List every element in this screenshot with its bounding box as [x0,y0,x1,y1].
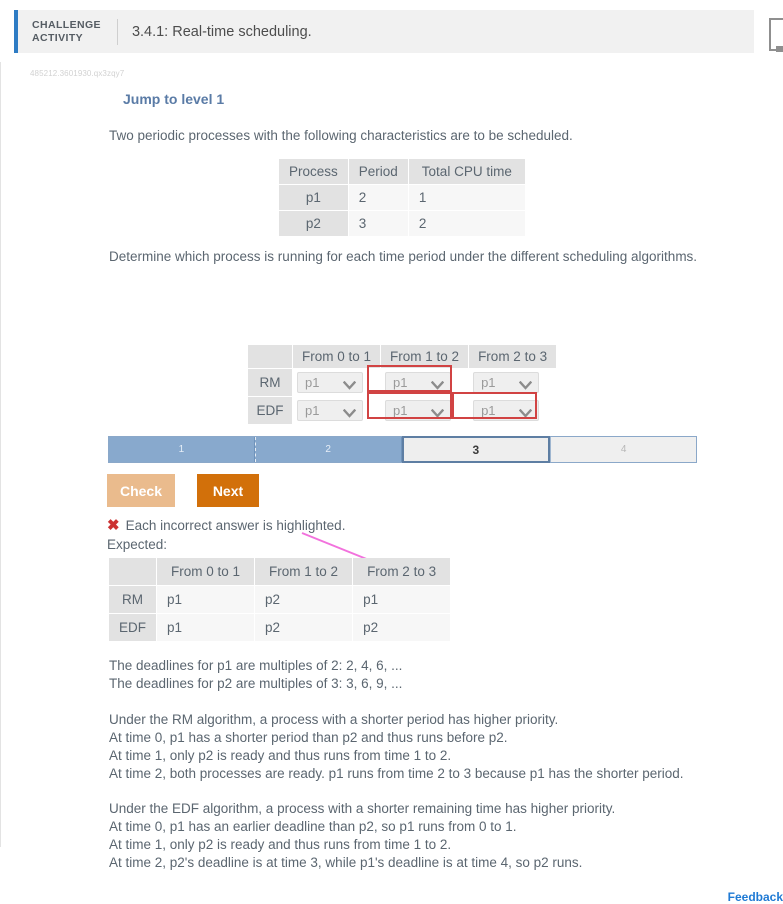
expected-col-header-0to1: From 0 to 1 [157,558,255,585]
table-row: RM p1 p2 p1 [109,586,451,613]
level-step-3[interactable]: 3 [401,436,551,463]
chevron-down-icon [518,378,533,390]
expected-col-header-1to2: From 1 to 2 [255,558,353,585]
answer-cell-edf-1to2: p1 [381,397,469,424]
intro-paragraph: Two periodic processes with the followin… [109,128,573,143]
cell-process-p2: p2 [279,211,348,236]
table-header-row: Process Period Total CPU time [279,159,525,184]
level-step-2[interactable]: 2 [254,437,402,462]
answer-rowhead-rm: RM [248,369,292,396]
header-divider [116,18,118,45]
chevron-down-icon [518,406,533,418]
answer-cell-edf-0to1: p1 [293,397,381,424]
dropdown-edf-0to1[interactable]: p1 [297,400,363,421]
x-mark-icon: ✖ [107,517,120,534]
jump-to-level-link[interactable]: Jump to level 1 [123,91,224,107]
table-header-row: From 0 to 1 From 1 to 2 From 2 to 3 [248,345,557,368]
explanation-edf-algorithm: Under the EDF algorithm, a process with … [109,801,616,870]
cell-period-p1: 2 [348,185,408,210]
table-row: p1 2 1 [279,185,525,210]
answer-cell-edf-2to3: p1 [469,397,557,424]
expected-rowhead-rm: RM [109,586,156,613]
expected-label: Expected: [107,537,168,552]
activity-id-text: 485212.3601930.qx3zqy7 [30,69,125,78]
answer-col-header-0to1: From 0 to 1 [293,345,381,368]
expected-cell-rm-0to1: p1 [157,586,255,613]
chevron-down-icon [342,406,357,418]
determine-paragraph: Determine which process is running for e… [109,249,698,264]
answer-col-header-1to2: From 1 to 2 [381,345,469,368]
challenge-activity-header: CHALLENGE ACTIVITY 3.4.1: Real-time sche… [14,10,754,53]
explanation-rm-algorithm: Under the RM algorithm, a process with a… [109,712,684,781]
process-characteristics-table: Process Period Total CPU time p1 2 1 p2 … [278,158,526,237]
chevron-down-icon [430,406,445,418]
expected-corner-cell [109,558,156,585]
expected-cell-edf-1to2: p2 [255,614,353,641]
dropdown-rm-2to3-value: p1 [481,375,496,390]
table-row: p2 3 2 [279,211,525,236]
incorrect-feedback-message: Each incorrect answer is highlighted. [125,518,346,533]
dropdown-rm-1to2[interactable]: p1 [385,372,452,393]
answer-col-header-2to3: From 2 to 3 [469,345,557,368]
answer-cell-rm-1to2: p1 [381,369,469,396]
dropdown-edf-1to2-value: p1 [393,403,408,418]
dropdown-rm-0to1-value: p1 [305,375,320,390]
next-button[interactable]: Next [197,474,259,507]
incorrect-feedback-row: ✖ Each incorrect answer is highlighted. [107,518,345,533]
table-row: RM p1 p1 p1 [248,369,557,396]
dropdown-edf-0to1-value: p1 [305,403,320,418]
cell-process-p1: p1 [279,185,348,210]
answer-table: From 0 to 1 From 1 to 2 From 2 to 3 RM p… [247,344,557,425]
answer-table-wrapper: From 0 to 1 From 1 to 2 From 2 to 3 RM p… [247,344,557,425]
col-header-total-cpu-time: Total CPU time [408,159,525,184]
check-button[interactable]: Check [107,474,175,507]
expected-cell-rm-1to2: p2 [255,586,353,613]
chevron-down-icon [430,378,445,390]
dropdown-edf-1to2[interactable]: p1 [385,400,452,421]
level-progress-bar: 1 2 3 4 [108,436,697,463]
cell-period-p2: 3 [348,211,408,236]
widget-resize-handle [776,46,783,52]
expected-cell-edf-2to3: p2 [353,614,451,641]
cell-cpu-p1: 1 [408,185,525,210]
chevron-down-icon [342,378,357,390]
expected-answers-table: From 0 to 1 From 1 to 2 From 2 to 3 RM p… [108,557,451,642]
level-step-4[interactable]: 4 [550,437,696,462]
answer-corner-cell [248,345,292,368]
challenge-activity-badge: CHALLENGE ACTIVITY [32,19,101,44]
activity-content: 485212.3601930.qx3zqy7 Jump to level 1 T… [0,62,783,904]
table-header-row: From 0 to 1 From 1 to 2 From 2 to 3 [109,558,451,585]
top-right-partial-widget[interactable] [769,18,783,52]
answer-cell-rm-0to1: p1 [293,369,381,396]
col-header-process: Process [279,159,348,184]
feedback-link[interactable]: Feedback [728,890,783,904]
col-header-period: Period [348,159,408,184]
dropdown-edf-2to3-value: p1 [481,403,496,418]
page-header-region: CHALLENGE ACTIVITY 3.4.1: Real-time sche… [0,0,783,62]
expected-rowhead-edf: EDF [109,614,156,641]
page-title: 3.4.1: Real-time scheduling. [131,23,312,40]
expected-col-header-2to3: From 2 to 3 [353,558,451,585]
answer-cell-rm-2to3: p1 [469,369,557,396]
dropdown-edf-2to3[interactable]: p1 [473,400,540,421]
dropdown-rm-0to1[interactable]: p1 [297,372,363,393]
expected-cell-edf-0to1: p1 [157,614,255,641]
answer-rowhead-edf: EDF [248,397,292,424]
explanation-deadlines: The deadlines for p1 are multiples of 2:… [109,658,403,691]
table-row: EDF p1 p2 p2 [109,614,451,641]
level-step-1[interactable]: 1 [109,437,255,462]
expected-cell-rm-2to3: p1 [353,586,451,613]
table-row: EDF p1 p1 p1 [248,397,557,424]
dropdown-rm-2to3[interactable]: p1 [473,372,540,393]
cell-cpu-p2: 2 [408,211,525,236]
dropdown-rm-1to2-value: p1 [393,375,408,390]
